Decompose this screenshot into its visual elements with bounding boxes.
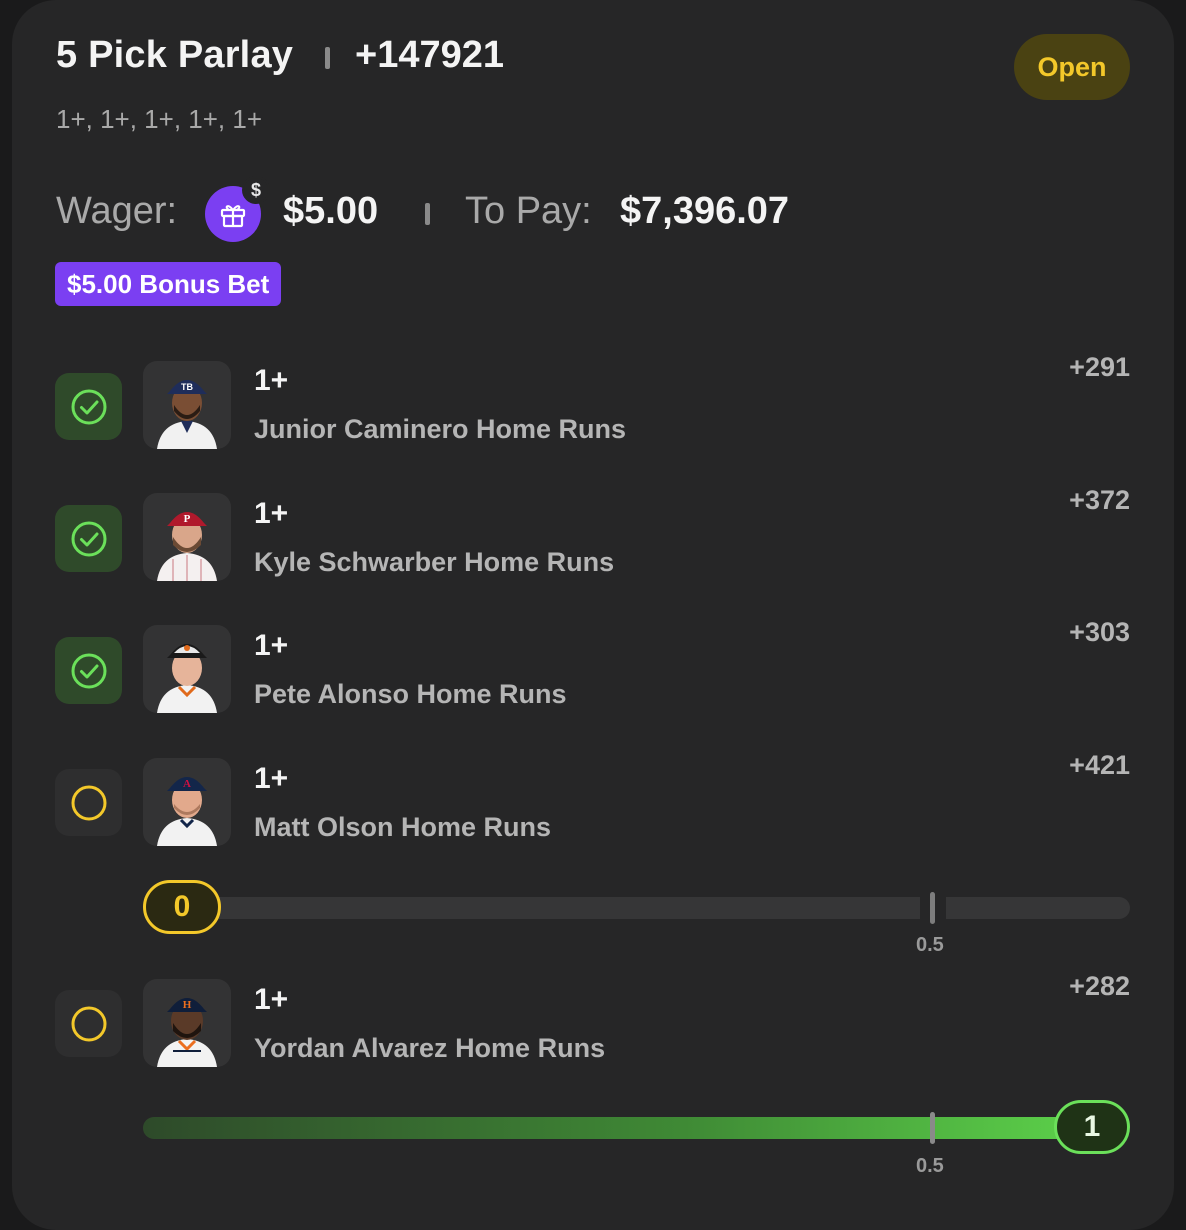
progress-track (150, 897, 1130, 919)
player-headshot (143, 625, 231, 713)
leg-line: 1+ (254, 629, 289, 662)
pending-circle-icon (71, 785, 106, 820)
wager-divider (425, 203, 430, 225)
leg-market: Junior Caminero Home Runs (254, 414, 627, 444)
threshold-tick (930, 892, 935, 924)
leg-line: 1+ (254, 497, 289, 530)
leg-market: Yordan Alvarez Home Runs (254, 1033, 606, 1063)
leg-status-won (55, 373, 122, 440)
leg-odds: +291 (1069, 352, 1130, 382)
leg-line: 1+ (254, 364, 289, 397)
player-headshot: A (143, 758, 231, 846)
dollar-badge-icon: $ (242, 176, 270, 204)
check-circle-icon (71, 521, 106, 556)
pending-circle-icon (71, 1006, 106, 1041)
leg-odds: +282 (1069, 971, 1130, 1001)
svg-text:TB: TB (181, 382, 193, 392)
to-pay-amount: $7,396.07 (620, 190, 790, 232)
threshold-label: 0.5 (916, 934, 944, 956)
svg-text:P: P (184, 513, 191, 525)
player-headshot: TB (143, 361, 231, 449)
header-divider (325, 47, 330, 69)
wager-amount: $5.00 (283, 190, 379, 232)
player-headshot: P (143, 493, 231, 581)
svg-text:A: A (183, 778, 191, 790)
parlay-total-odds: +147921 (355, 34, 504, 76)
leg-odds: +421 (1069, 750, 1130, 780)
leg-odds: +303 (1069, 617, 1130, 647)
threshold-tick (930, 1112, 935, 1144)
player-headshot: H (143, 979, 231, 1067)
leg-odds: +372 (1069, 485, 1130, 515)
leg-status-pending (55, 769, 122, 836)
progress-track-filled (143, 1117, 1128, 1139)
check-circle-icon (71, 653, 106, 688)
leg-status-won (55, 637, 122, 704)
bonus-bet-tag: $5.00 Bonus Bet (55, 262, 282, 306)
parlay-lines-summary: 1+, 1+, 1+, 1+, 1+ (56, 104, 263, 134)
svg-text:H: H (183, 999, 192, 1011)
status-badge: Open (1014, 34, 1130, 100)
to-pay-label: To Pay: (465, 190, 592, 232)
leg-market: Kyle Schwarber Home Runs (254, 547, 615, 577)
wager-label: Wager: (56, 190, 178, 232)
leg-status-pending (55, 990, 122, 1057)
parlay-title: 5 Pick Parlay (56, 34, 294, 76)
progress-current-value: 1 (1054, 1100, 1130, 1154)
leg-line: 1+ (254, 983, 289, 1016)
leg-status-won (55, 505, 122, 572)
leg-market: Pete Alonso Home Runs (254, 679, 567, 709)
threshold-label: 0.5 (916, 1155, 944, 1177)
leg-line: 1+ (254, 762, 289, 795)
leg-market: Matt Olson Home Runs (254, 812, 552, 842)
progress-current-value: 0 (143, 880, 221, 934)
check-circle-icon (71, 389, 106, 424)
